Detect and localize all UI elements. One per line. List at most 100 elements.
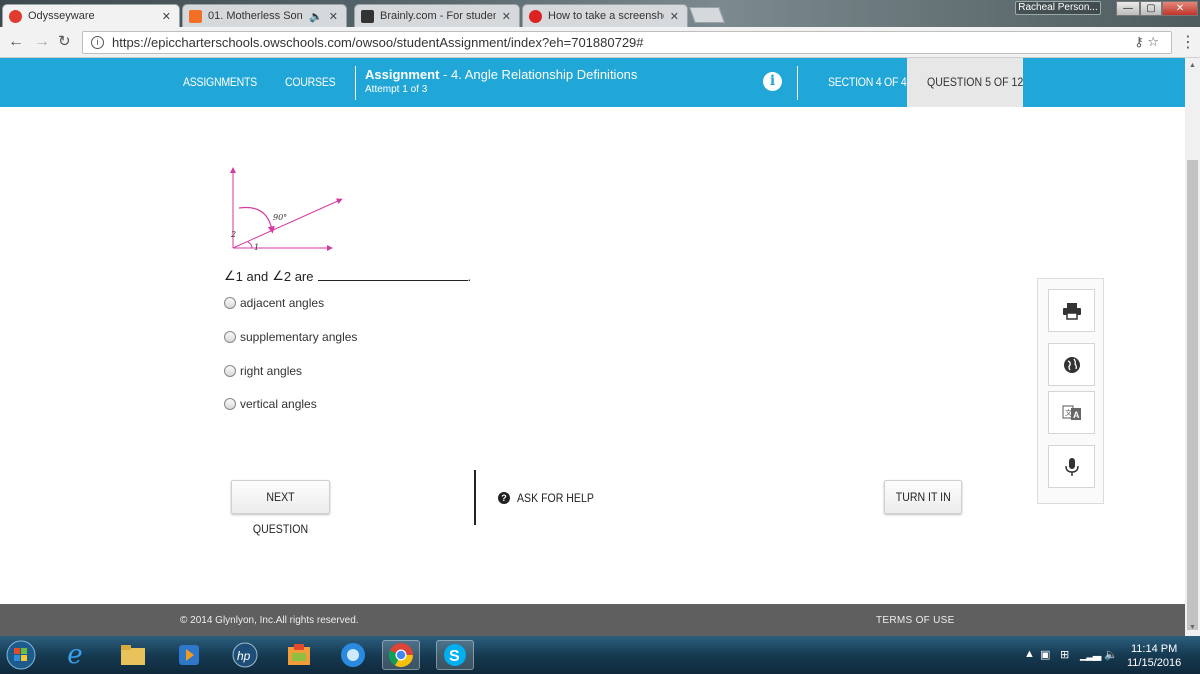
key-star-icons[interactable]: ⚷ ☆	[1134, 34, 1159, 50]
answer-blank	[317, 271, 468, 281]
internet-explorer-button[interactable]: e	[56, 640, 94, 670]
profile-button[interactable]: Racheal Person...	[1015, 1, 1101, 15]
scroll-up-icon[interactable]: ▲	[1189, 62, 1196, 69]
chrome-button[interactable]	[382, 640, 420, 670]
angle-symbol-icon: ∠	[224, 268, 236, 283]
internet-explorer-icon: e	[67, 640, 83, 670]
right-angle-arc	[238, 206, 275, 234]
print-icon	[1062, 302, 1081, 320]
choice-supplementary[interactable]: supplementary angles	[224, 330, 357, 344]
microphone-button[interactable]	[1048, 445, 1095, 488]
nav-courses[interactable]: COURSES	[285, 75, 336, 89]
new-tab-button[interactable]	[689, 7, 725, 23]
tab-screenshot[interactable]: How to take a screensho ✕	[522, 4, 688, 27]
windows-taskbar: e hp S ▲ ▣ ⊞ ▁▂▃ 🔈 11:14 PM 11/15/2016	[0, 636, 1200, 674]
page-scrollbar[interactable]: ▲ ▼	[1185, 58, 1200, 636]
signal-bars-icon[interactable]: ▁▂▃	[1080, 648, 1101, 661]
turn-it-in-button[interactable]: TURN IT IN	[884, 480, 962, 514]
microphone-icon	[1064, 457, 1079, 476]
svg-text:S: S	[449, 648, 460, 665]
reload-icon[interactable]: ↻	[58, 33, 71, 51]
assignment-title: Assignment - 4. Angle Relationship Defin…	[365, 67, 638, 82]
tab-odysseyware[interactable]: Odysseyware ✕	[2, 4, 180, 27]
angle-1-arc	[247, 241, 253, 249]
tab-soundcloud[interactable]: 01. Motherless Sons i 🔈 ✕	[182, 4, 347, 27]
attempt-count: Attempt 1 of 3	[365, 84, 428, 95]
question-prompt: ∠ 1 and ∠ 2 are .	[224, 268, 472, 284]
svg-text:文: 文	[1065, 408, 1072, 417]
start-button[interactable]	[2, 640, 40, 670]
browser-button[interactable]	[334, 640, 372, 670]
windows-logo-icon	[6, 640, 36, 670]
speaker-icon: 🔈	[309, 10, 323, 23]
chrome-icon	[388, 643, 413, 668]
globe-button[interactable]	[1048, 343, 1095, 386]
translate-icon: A 文	[1062, 405, 1081, 420]
close-icon[interactable]: ✕	[670, 10, 679, 23]
maximize-button[interactable]: ▢	[1140, 1, 1162, 16]
address-bar[interactable]: i https://epiccharterschools.owschools.c…	[82, 31, 1172, 54]
back-arrow-icon[interactable]: ←	[8, 33, 24, 51]
next-question-button[interactable]: NEXT QUESTION	[231, 480, 330, 536]
choice-vertical[interactable]: vertical angles	[224, 397, 317, 411]
radio-button[interactable]	[224, 297, 236, 309]
angle-1-label: 1	[254, 243, 259, 252]
browser-toolbar: ← → ↻ i https://epiccharterschools.owsch…	[0, 27, 1200, 58]
ask-for-help-link[interactable]: ? ASK FOR HELP	[498, 491, 604, 505]
file-explorer-button[interactable]	[114, 640, 152, 670]
site-favicon-icon	[529, 9, 542, 23]
app-button[interactable]	[280, 640, 318, 670]
angle-2-label: 2	[230, 230, 236, 239]
taskbar-clock[interactable]: 11:14 PM 11/15/2016	[1127, 642, 1181, 670]
globe-icon	[1063, 356, 1080, 373]
question-indicator: QUESTION 5 OF 12	[907, 58, 1023, 107]
globe-icon	[341, 643, 365, 667]
browser-tab-bar: Odysseyware ✕ 01. Motherless Sons i 🔈 ✕ …	[0, 0, 1200, 27]
radio-button[interactable]	[224, 398, 236, 410]
scroll-down-icon[interactable]: ▼	[1189, 624, 1196, 631]
minimize-button[interactable]: —	[1116, 1, 1140, 16]
page-footer: © 2014 Glynlyon, Inc.All rights reserved…	[0, 604, 1185, 636]
action-divider	[474, 470, 476, 525]
volume-icon[interactable]: 🔈	[1104, 648, 1118, 661]
close-icon[interactable]: ✕	[329, 10, 338, 23]
header-divider	[797, 66, 798, 100]
soundcloud-favicon-icon	[189, 9, 202, 23]
nav-assignments[interactable]: ASSIGNMENTS	[183, 75, 257, 89]
angle-90-label: 90°	[273, 213, 287, 222]
tray-app-icon[interactable]: ▣	[1040, 648, 1050, 661]
info-icon[interactable]: i	[763, 72, 782, 91]
tool-panel: A 文	[1037, 278, 1104, 504]
browser-menu-icon[interactable]: ⋮	[1180, 32, 1196, 52]
hp-button[interactable]: hp	[226, 640, 264, 670]
print-button[interactable]	[1048, 289, 1095, 332]
close-icon[interactable]: ✕	[162, 10, 171, 23]
choice-adjacent[interactable]: adjacent angles	[224, 296, 324, 310]
hp-icon: hp	[232, 642, 258, 668]
angle-symbol-icon: ∠	[272, 268, 284, 283]
section-indicator: SECTION 4 OF 4	[828, 75, 907, 89]
radio-button[interactable]	[224, 365, 236, 377]
forward-arrow-icon[interactable]: →	[34, 33, 50, 51]
help-icon: ?	[498, 492, 510, 504]
svg-text:hp: hp	[237, 649, 251, 663]
site-info-icon[interactable]: i	[91, 36, 104, 49]
header-divider	[355, 66, 356, 100]
terms-of-use-link[interactable]: TERMS OF USE	[876, 615, 955, 626]
media-player-button[interactable]	[170, 640, 208, 670]
folder-icon	[121, 645, 145, 665]
show-hidden-icons[interactable]: ▲	[1024, 648, 1035, 660]
translate-button[interactable]: A 文	[1048, 391, 1095, 434]
choice-right[interactable]: right angles	[224, 364, 302, 378]
radio-button[interactable]	[224, 331, 236, 343]
scroll-thumb[interactable]	[1187, 160, 1198, 630]
svg-text:A: A	[1073, 410, 1080, 420]
network-tray-icon[interactable]: ⊞	[1060, 648, 1069, 661]
copyright-text: © 2014 Glynlyon, Inc.All rights reserved…	[180, 615, 359, 626]
tab-brainly[interactable]: Brainly.com - For studen ✕	[354, 4, 520, 27]
close-icon[interactable]: ✕	[502, 10, 511, 23]
skype-button[interactable]: S	[436, 640, 474, 670]
window-close-button[interactable]: ✕	[1162, 1, 1198, 16]
angle-diagram: 90° 2 1	[230, 167, 343, 252]
odysseyware-favicon-icon	[9, 9, 22, 23]
